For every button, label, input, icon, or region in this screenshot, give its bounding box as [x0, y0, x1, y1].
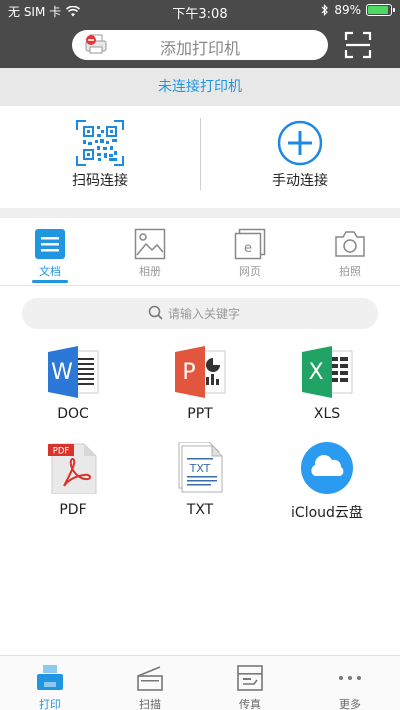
nav-fax[interactable]: 传真	[200, 656, 300, 710]
file-type-label: PDF	[59, 502, 87, 518]
word-icon: W	[48, 346, 99, 398]
fax-icon	[237, 665, 263, 691]
add-printer-button[interactable]: 添加打印机	[72, 30, 328, 60]
pdf-icon: PDF	[48, 443, 97, 494]
file-type-doc[interactable]: W DOC	[6, 346, 140, 432]
header: 无 SIM 卡 下午3:08 89% 添加打印机	[0, 0, 400, 68]
battery-icon	[366, 4, 395, 16]
file-type-icloud[interactable]: iCloud云盘	[260, 442, 394, 528]
nav-label: 更多	[339, 698, 361, 710]
battery-level	[368, 6, 388, 14]
tab-label: 文档	[39, 265, 61, 278]
qr-connect-label: 扫码连接	[72, 173, 128, 189]
nav-label: 扫描	[139, 698, 161, 710]
connect-options: 扫码连接 手动连接	[0, 106, 400, 208]
nav-label: 打印	[39, 698, 61, 710]
file-type-label: XLS	[313, 406, 341, 422]
scanner-icon	[137, 666, 163, 691]
tab-label: 相册	[139, 265, 161, 278]
search-input[interactable]	[168, 303, 348, 324]
icloud-icon	[301, 442, 353, 494]
file-type-ppt[interactable]: P PPT	[133, 346, 267, 432]
bluetooth-icon	[321, 4, 329, 16]
svg-text:W: W	[51, 360, 73, 385]
tab-label: 网页	[239, 265, 261, 278]
category-tabs: 文档 相册 e 网页 拍照	[0, 218, 400, 286]
active-tab-indicator	[32, 280, 68, 283]
section-gap	[0, 208, 400, 218]
connection-status: 未连接打印机	[0, 68, 400, 106]
camera-icon	[335, 231, 365, 257]
search-icon	[148, 305, 163, 320]
svg-text:X: X	[308, 360, 323, 385]
add-printer-label: 添加打印机	[159, 39, 240, 58]
tab-documents[interactable]: 文档	[0, 218, 100, 286]
search-bar[interactable]	[22, 298, 378, 329]
nav-more[interactable]: 更多	[300, 656, 400, 710]
file-type-pdf[interactable]: PDF PDF	[6, 442, 140, 528]
tab-label: 拍照	[339, 265, 361, 278]
excel-icon: X	[302, 346, 353, 398]
file-type-label: PPT	[187, 406, 213, 422]
svg-text:PDF: PDF	[53, 447, 70, 457]
tab-webpage[interactable]: e 网页	[200, 218, 300, 286]
file-type-label: iCloud云盘	[291, 505, 363, 521]
file-type-label: DOC	[57, 406, 89, 422]
more-icon	[339, 676, 361, 680]
status-bar: 无 SIM 卡 下午3:08 89%	[0, 0, 400, 22]
svg-text:e: e	[244, 241, 252, 256]
manual-connect-label: 手动连接	[272, 173, 328, 189]
svg-text:P: P	[182, 360, 195, 385]
manual-connect-button[interactable]: 手动连接	[200, 106, 400, 208]
txt-icon: TXT	[178, 442, 223, 493]
scan-corners-icon[interactable]	[344, 31, 372, 59]
tab-album[interactable]: 相册	[100, 218, 200, 286]
document-icon	[35, 229, 65, 259]
webpage-icon: e	[234, 228, 266, 260]
file-type-txt[interactable]: TXT TXT	[133, 442, 267, 528]
print-icon	[37, 665, 63, 690]
file-type-label: TXT	[186, 502, 214, 518]
plus-circle-icon	[277, 120, 323, 166]
photo-icon	[134, 228, 166, 260]
nav-print[interactable]: 打印	[0, 656, 100, 710]
svg-text:TXT: TXT	[189, 462, 211, 475]
bottom-nav: 打印 扫描 传真 更多	[0, 655, 400, 710]
qr-code-icon	[76, 120, 124, 166]
battery-percent: 89%	[334, 3, 361, 17]
nav-label: 传真	[239, 698, 261, 710]
nav-scan[interactable]: 扫描	[100, 656, 200, 710]
qr-connect-button[interactable]: 扫码连接	[0, 106, 200, 208]
tab-camera[interactable]: 拍照	[300, 218, 400, 286]
file-type-xls[interactable]: X XLS	[260, 346, 394, 432]
powerpoint-icon: P	[175, 346, 226, 398]
